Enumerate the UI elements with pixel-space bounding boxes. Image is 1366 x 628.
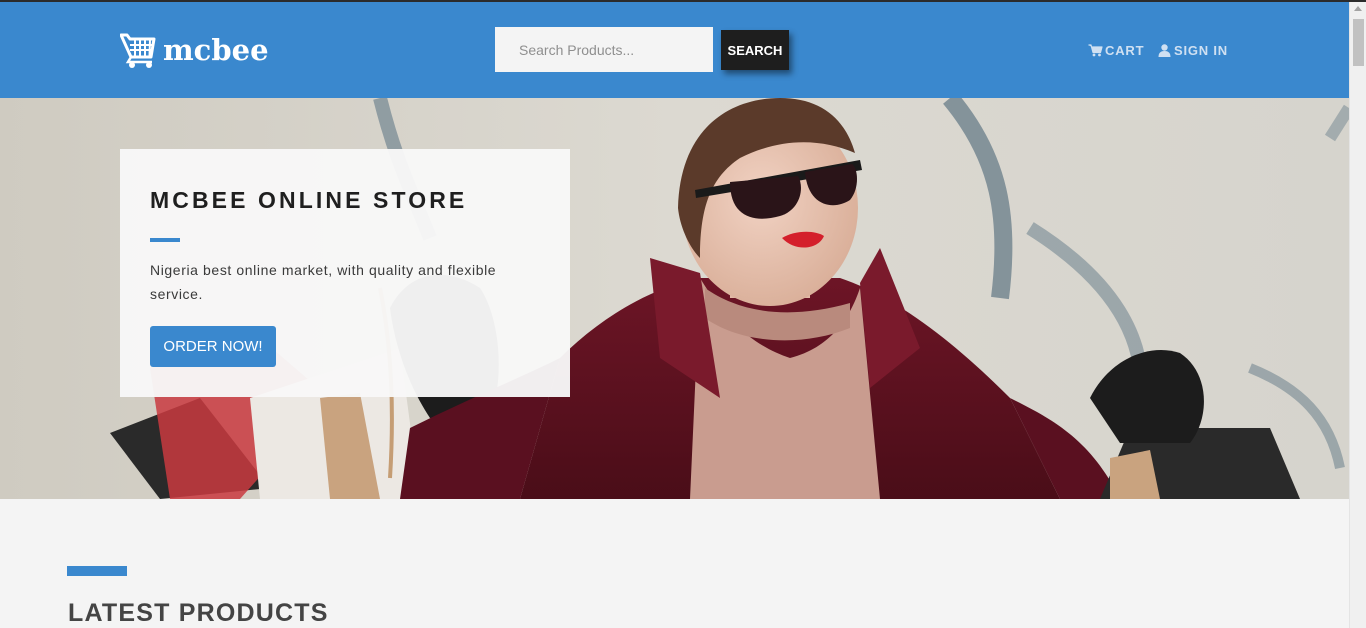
hero-banner: MCBEE ONLINE STORE Nigeria best online m…: [0, 98, 1349, 499]
navbar: mcbee SEARCH CART SIGN IN: [0, 2, 1349, 98]
nav-signin-label: SIGN IN: [1174, 42, 1228, 58]
search-input[interactable]: [495, 27, 713, 72]
hero-card: MCBEE ONLINE STORE Nigeria best online m…: [120, 149, 570, 397]
hero-description: Nigeria best online market, with quality…: [150, 262, 497, 302]
user-icon: [1158, 43, 1171, 57]
hero-title-underline: [150, 238, 180, 242]
shopping-cart-icon: [120, 33, 156, 68]
vertical-scrollbar[interactable]: [1349, 2, 1366, 628]
cart-icon: [1088, 43, 1103, 56]
scroll-up-arrow-icon[interactable]: [1354, 6, 1362, 11]
scrollbar-thumb[interactable]: [1353, 19, 1364, 66]
nav-cart-link[interactable]: CART: [1088, 42, 1144, 58]
nav-cart-label: CART: [1105, 42, 1145, 58]
brand-name: mcbee: [163, 33, 269, 67]
nav-signin-link[interactable]: SIGN IN: [1157, 42, 1228, 58]
hero-title: MCBEE ONLINE STORE: [150, 187, 468, 213]
search-button[interactable]: SEARCH: [721, 30, 789, 70]
section-title-accent: [67, 566, 127, 576]
latest-products-heading: LATEST PRODUCTS: [68, 599, 329, 627]
brand-logo[interactable]: mcbee: [120, 31, 269, 69]
order-now-button[interactable]: ORDER NOW!: [150, 326, 276, 367]
